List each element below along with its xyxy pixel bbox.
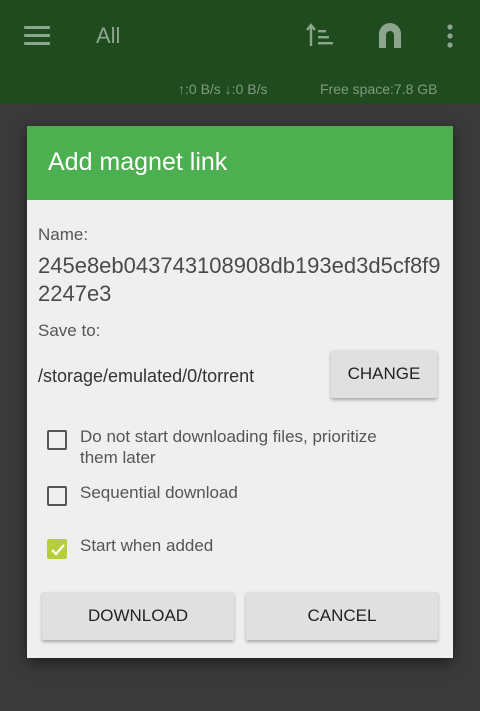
save-to-label: Save to:: [38, 321, 101, 340]
defer-download-label: Do not start downloading files, prioriti…: [80, 427, 377, 467]
start-when-added-label: Start when added: [80, 536, 214, 555]
sequential-download-checkbox[interactable]: [47, 486, 67, 506]
add-magnet-dialog: Add magnet link Name: 245e8eb04374310890…: [27, 126, 453, 658]
defer-download-checkbox[interactable]: [47, 430, 67, 450]
app-title: All: [96, 23, 121, 48]
magnet-icon[interactable]: [376, 22, 404, 50]
download-button[interactable]: DOWNLOAD: [42, 592, 234, 640]
sort-icon[interactable]: [305, 22, 335, 50]
sequential-download-label: Sequential download: [80, 483, 238, 502]
dialog-title: Add magnet link: [48, 148, 228, 176]
cancel-button[interactable]: CANCEL: [246, 592, 438, 640]
more-vert-icon[interactable]: [446, 24, 454, 48]
menu-icon[interactable]: [24, 26, 50, 46]
free-space: Free space:7.8 GB: [320, 81, 438, 97]
save-path: /storage/emulated/0/torrent: [38, 366, 255, 386]
status-bar: ↑:0 B/s ↓:0 B/s Free space:7.8 GB: [0, 74, 480, 104]
dialog-header: Add magnet link: [27, 126, 453, 200]
name-label: Name:: [38, 225, 89, 244]
change-button[interactable]: CHANGE: [331, 350, 437, 398]
start-when-added-checkbox[interactable]: [47, 539, 67, 559]
magnet-hash: 245e8eb043743108908db193ed3d5cf8f92247e3: [38, 253, 441, 306]
check-icon: [51, 544, 65, 556]
transfer-speed: ↑:0 B/s ↓:0 B/s: [178, 81, 268, 97]
app-bar: All: [0, 0, 480, 74]
